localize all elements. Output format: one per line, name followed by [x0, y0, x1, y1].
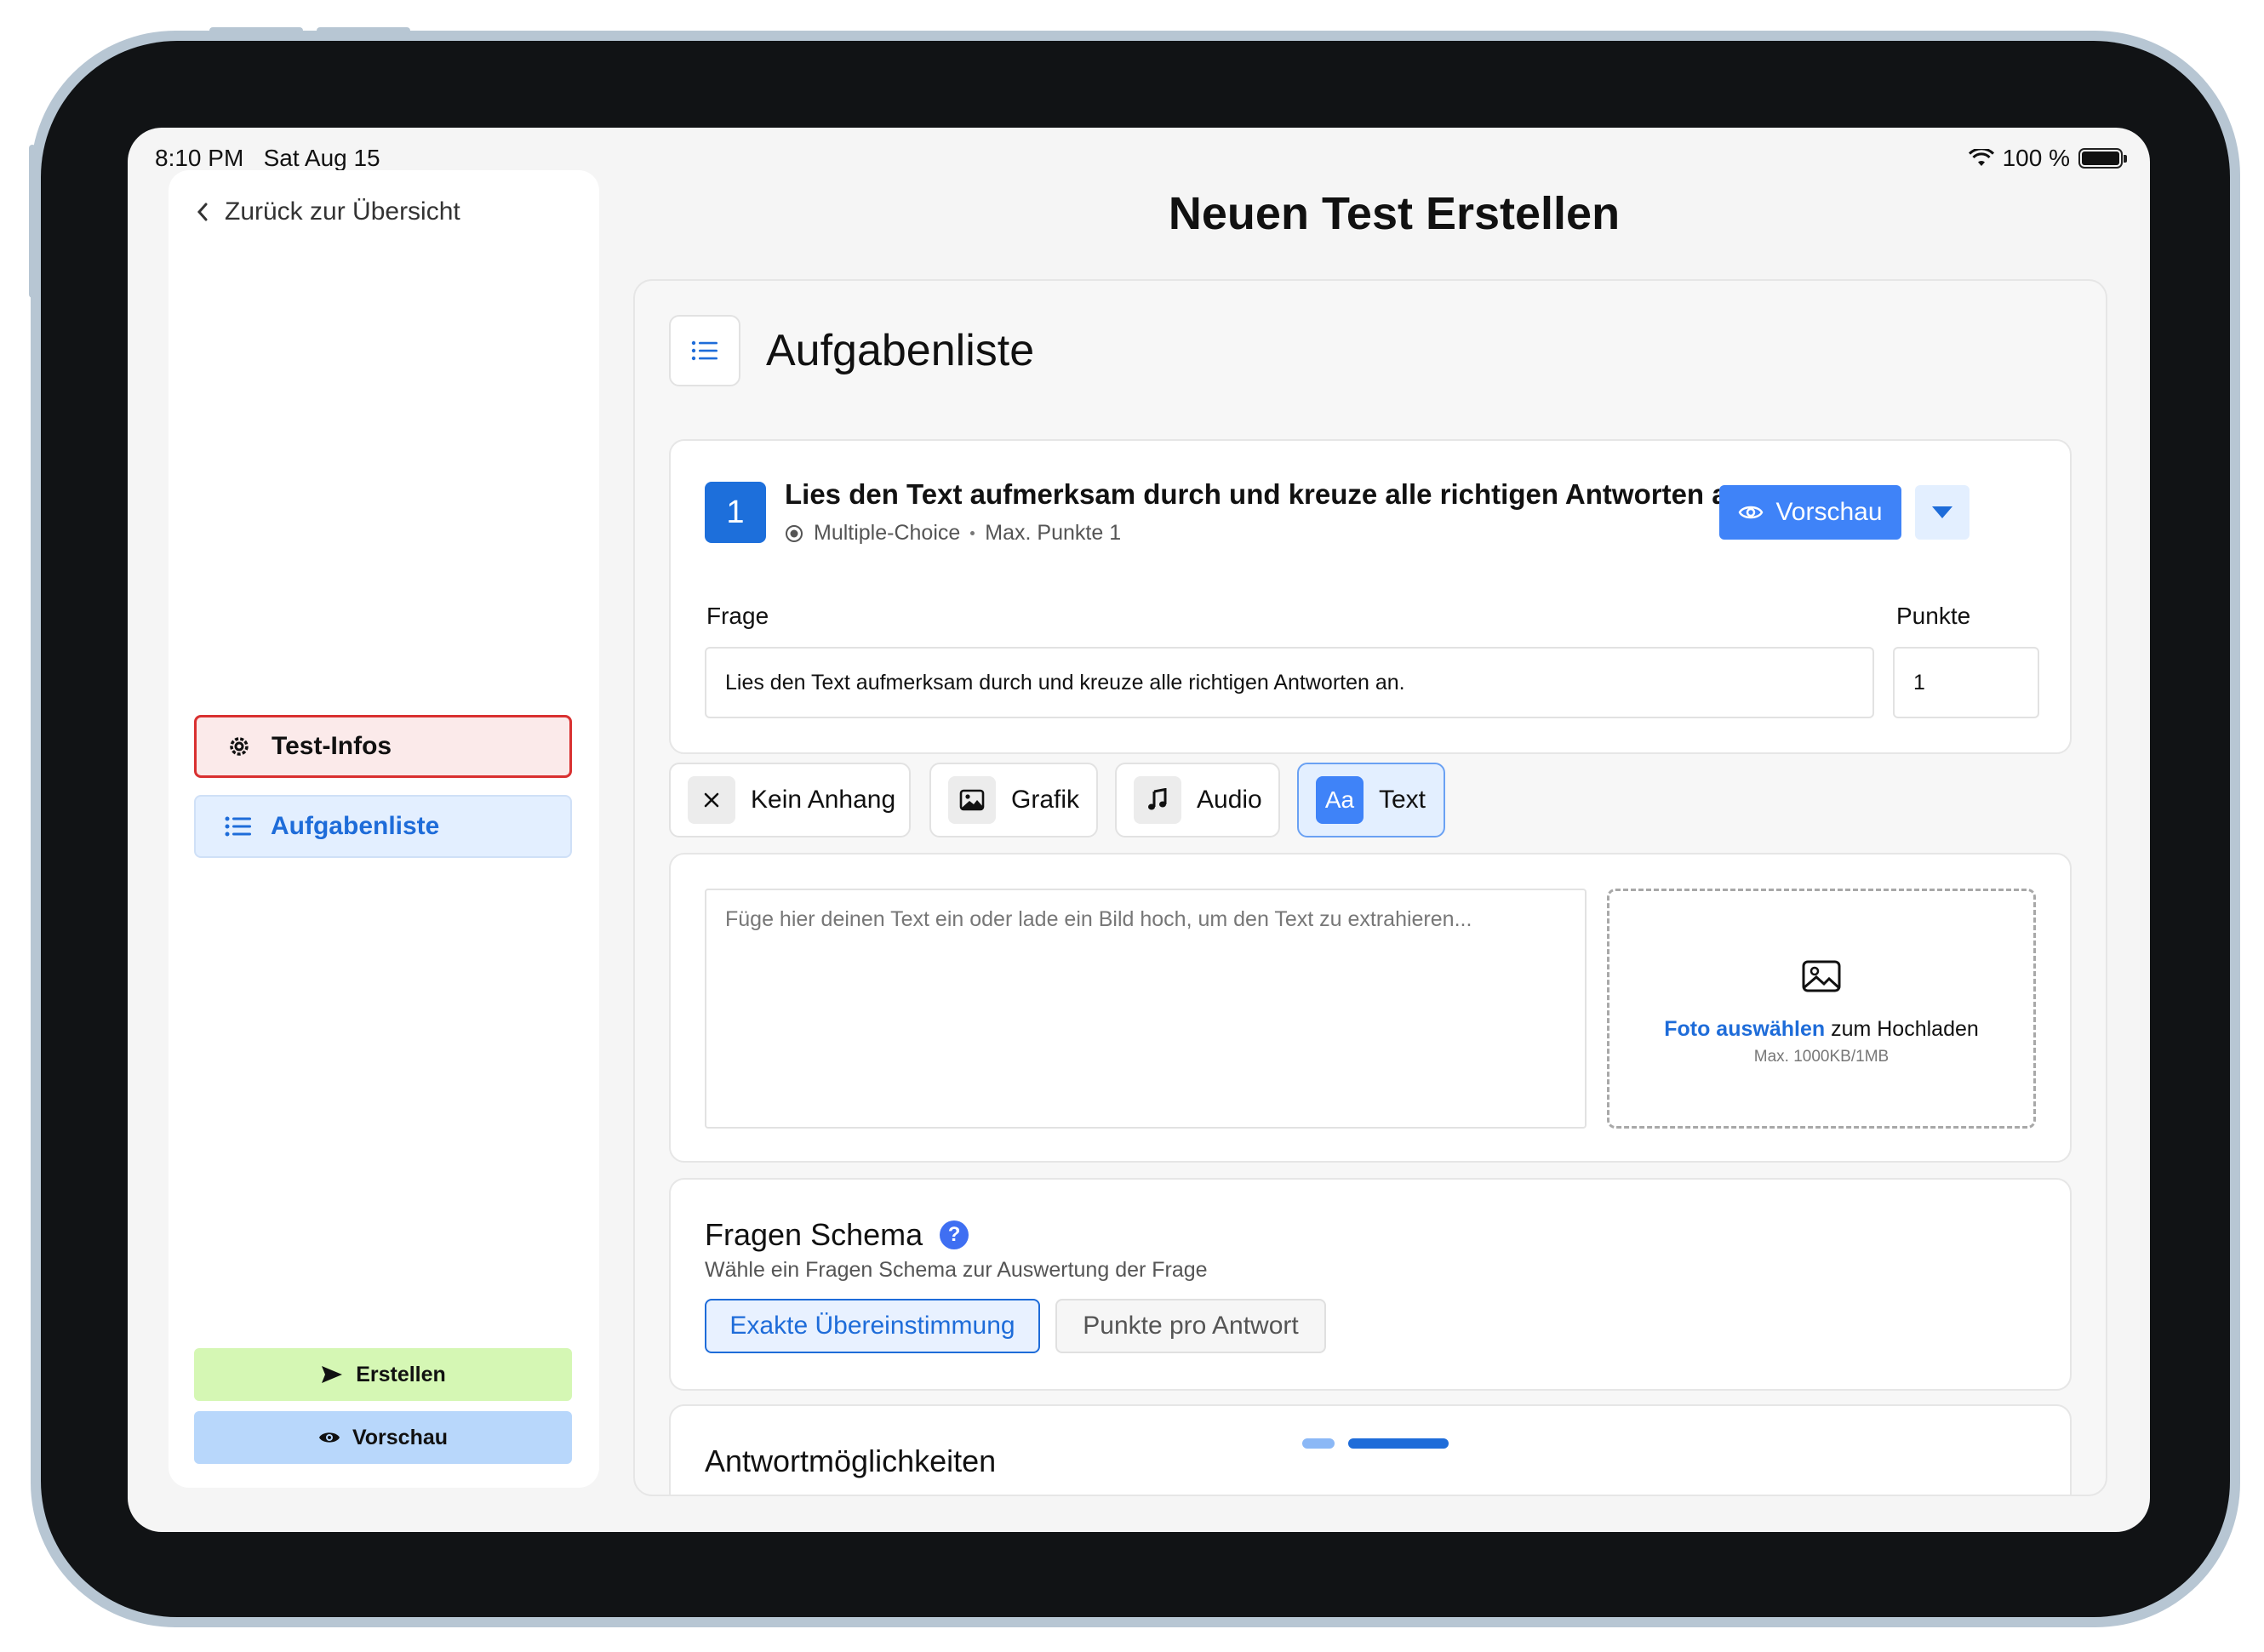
main-panel: Aufgabenliste 1 Lies den Text aufmerksam… — [633, 279, 2107, 1496]
answers-title: Antwortmöglichkeiten — [705, 1443, 997, 1478]
schema-subtitle: Wähle ein Fragen Schema zur Auswertung d… — [705, 1258, 1208, 1282]
text-format-icon: Aa — [1316, 776, 1364, 824]
tab-text[interactable]: Aa Text — [1297, 763, 1445, 837]
image-icon — [1802, 960, 1841, 992]
list-icon — [691, 340, 718, 361]
tab-grafik[interactable]: Grafik — [929, 763, 1098, 837]
device-button-top-2 — [317, 27, 410, 34]
music-note-icon — [1134, 776, 1181, 824]
eye-icon — [1739, 506, 1764, 519]
photo-upload-dropzone[interactable]: Foto auswählen zum Hochladen Max. 1000KB… — [1607, 889, 2036, 1129]
page-title: Neuen Test Erstellen — [1168, 188, 1621, 239]
question-card: 1 Lies den Text aufmerksam durch und kre… — [669, 439, 2072, 754]
meta-separator — [970, 531, 975, 535]
chevron-left-icon — [197, 203, 208, 221]
question-input[interactable]: Lies den Text aufmerksam durch und kreuz… — [705, 647, 1874, 718]
status-right: 100 % — [1968, 145, 2127, 172]
eye-icon — [318, 1432, 340, 1443]
schema-card: Fragen Schema ? Wähle ein Fragen Schema … — [669, 1178, 2072, 1391]
schema-option-exakt[interactable]: Exakte Übereinstimmung — [705, 1299, 1040, 1353]
text-attachment-card: Füge hier deinen Text ein oder lade ein … — [669, 853, 2072, 1163]
tab-kein-anhang[interactable]: Kein Anhang — [669, 763, 911, 837]
question-label: Frage — [706, 603, 769, 629]
image-icon — [948, 776, 996, 824]
question-title: Lies den Text aufmerksam durch und kreuz… — [785, 478, 1752, 510]
page-indicator[interactable] — [1275, 1421, 1476, 1466]
section-title: Aufgabenliste — [766, 326, 1035, 375]
expand-dropdown-button[interactable] — [1915, 485, 1970, 540]
radio-icon — [786, 524, 803, 542]
points-input[interactable]: 1 — [1893, 647, 2039, 718]
upload-limit: Max. 1000KB/1MB — [1753, 1048, 1890, 1066]
battery-percent: 100 % — [2002, 145, 2070, 171]
preview-button-sidebar[interactable]: Vorschau — [194, 1411, 572, 1464]
preview-button[interactable]: Vorschau — [1719, 485, 1901, 540]
send-icon — [322, 1366, 343, 1383]
wifi-icon — [1968, 149, 1994, 166]
question-meta: Multiple-Choice Max. Punkte 1 — [785, 521, 1121, 546]
section-icon-box — [669, 315, 740, 386]
sidebar-item-aufgabenliste[interactable]: Aufgabenliste — [194, 795, 572, 858]
schema-option-punkte[interactable]: Punkte pro Antwort — [1055, 1299, 1326, 1353]
points-label: Punkte — [1896, 603, 1971, 629]
back-link[interactable]: Zurück zur Übersicht — [196, 197, 460, 226]
page-dot-inactive — [1302, 1438, 1335, 1449]
device-button-side — [29, 145, 36, 298]
upload-link[interactable]: Foto auswählen — [1664, 1017, 1825, 1041]
tab-audio[interactable]: Audio — [1115, 763, 1280, 837]
battery-icon — [2078, 148, 2127, 169]
gear-icon — [230, 737, 249, 756]
close-icon — [688, 776, 735, 824]
status-time: 8:10 PM Sat Aug 15 — [155, 145, 380, 171]
sidebar: Zurück zur Übersicht Test-Infos Aufgaben… — [169, 170, 599, 1488]
create-button[interactable]: Erstellen — [194, 1348, 572, 1401]
page-dot-active — [1348, 1438, 1449, 1449]
section-header: Aufgabenliste — [669, 315, 1034, 386]
help-icon[interactable]: ? — [940, 1220, 969, 1249]
question-number: 1 — [705, 482, 766, 543]
schema-title: Fragen Schema ? — [705, 1217, 969, 1253]
device-button-top-1 — [209, 27, 303, 34]
sidebar-item-test-infos[interactable]: Test-Infos — [194, 715, 572, 778]
screen: 8:10 PM Sat Aug 15 100 % Zurück zur Über… — [128, 128, 2150, 1532]
attachment-text-input[interactable]: Füge hier deinen Text ein oder lade ein … — [705, 889, 1587, 1129]
list-icon — [225, 816, 251, 837]
upload-text: Foto auswählen zum Hochladen — [1664, 1017, 1979, 1041]
chevron-down-icon — [1932, 506, 1952, 518]
